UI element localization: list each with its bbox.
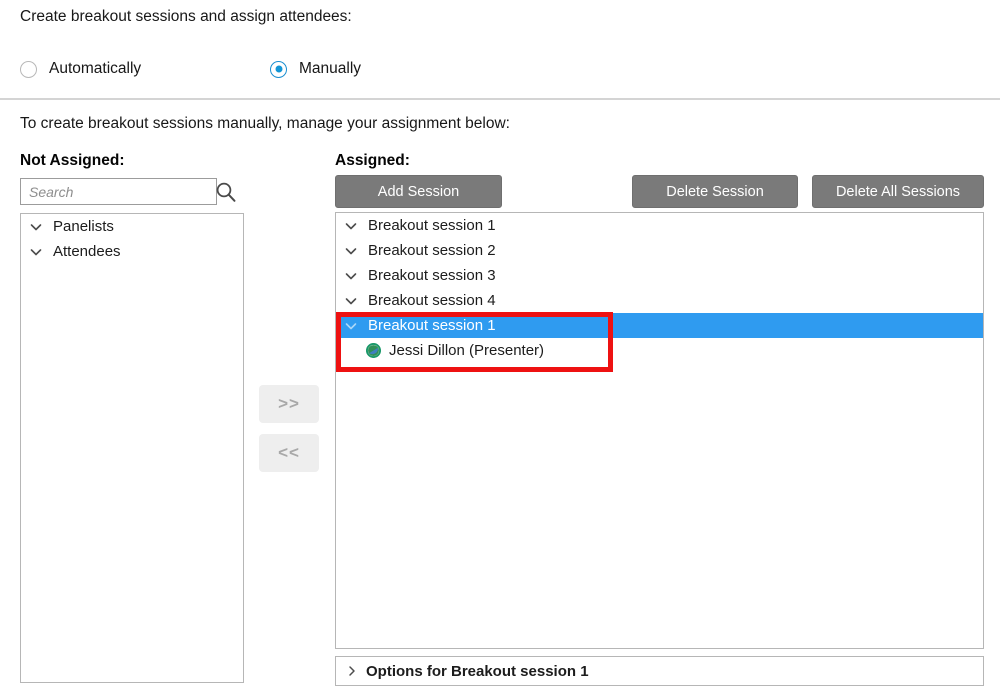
table-row[interactable]: Breakout session 3 — [336, 263, 983, 288]
unassign-back-button[interactable]: << — [259, 434, 319, 472]
session-label: Breakout session 3 — [368, 267, 496, 284]
chevron-down-icon[interactable] — [29, 220, 51, 234]
list-item[interactable]: Panelists — [21, 214, 243, 239]
instruction-text: To create breakout sessions manually, ma… — [20, 115, 510, 132]
chevron-down-icon[interactable] — [29, 245, 51, 259]
radio-label-manually: Manually — [299, 60, 362, 77]
list-item[interactable]: Attendees — [21, 239, 243, 264]
session-label: Breakout session 2 — [368, 242, 496, 259]
search-field-wrapper — [20, 178, 217, 205]
chevron-down-icon[interactable] — [344, 219, 366, 233]
page-prompt: Create breakout sessions and assign atte… — [20, 8, 352, 25]
table-row-selected[interactable]: Breakout session 1 — [336, 313, 983, 338]
chevron-right-icon[interactable] — [346, 665, 358, 677]
assignment-mode-radio-group: Automatically Manually — [20, 60, 361, 78]
search-input[interactable] — [20, 178, 217, 205]
assigned-list[interactable]: Breakout session 1 Breakout session 2 Br… — [335, 212, 984, 649]
delete-all-sessions-button[interactable]: Delete All Sessions — [812, 175, 984, 208]
session-label: Breakout session 4 — [368, 292, 496, 309]
attendee-label: Jessi Dillon (Presenter) — [389, 342, 545, 359]
delete-session-button[interactable]: Delete Session — [632, 175, 798, 208]
radio-option-automatically[interactable]: Automatically — [20, 60, 270, 78]
table-row[interactable]: Breakout session 1 — [336, 213, 983, 238]
presenter-icon — [366, 343, 381, 358]
radio-indicator-automatically — [20, 60, 37, 78]
not-assigned-heading: Not Assigned: — [20, 152, 125, 169]
table-row[interactable]: Jessi Dillon (Presenter) — [336, 338, 983, 363]
chevron-down-icon[interactable] — [344, 244, 366, 258]
session-label: Breakout session 1 — [368, 317, 496, 334]
session-options-label: Options for Breakout session 1 — [366, 662, 589, 680]
chevron-down-icon[interactable] — [344, 269, 366, 283]
session-label: Breakout session 1 — [368, 217, 496, 234]
search-icon[interactable] — [214, 180, 238, 204]
not-assigned-list[interactable]: Panelists Attendees — [20, 213, 244, 683]
radio-option-manually[interactable]: Manually — [270, 60, 361, 78]
radio-label-automatically: Automatically — [49, 60, 142, 77]
radio-indicator-manually — [270, 60, 287, 78]
table-row[interactable]: Breakout session 2 — [336, 238, 983, 263]
chevron-down-icon[interactable] — [344, 294, 366, 308]
assigned-heading: Assigned: — [335, 152, 410, 169]
table-row[interactable]: Breakout session 4 — [336, 288, 983, 313]
assign-forward-button[interactable]: >> — [259, 385, 319, 423]
section-divider — [0, 98, 1000, 100]
list-item-label: Panelists — [53, 218, 114, 235]
chevron-down-icon[interactable] — [344, 319, 366, 333]
list-item-label: Attendees — [53, 243, 121, 260]
session-options-bar[interactable]: Options for Breakout session 1 — [335, 656, 984, 686]
add-session-button[interactable]: Add Session — [335, 175, 502, 208]
